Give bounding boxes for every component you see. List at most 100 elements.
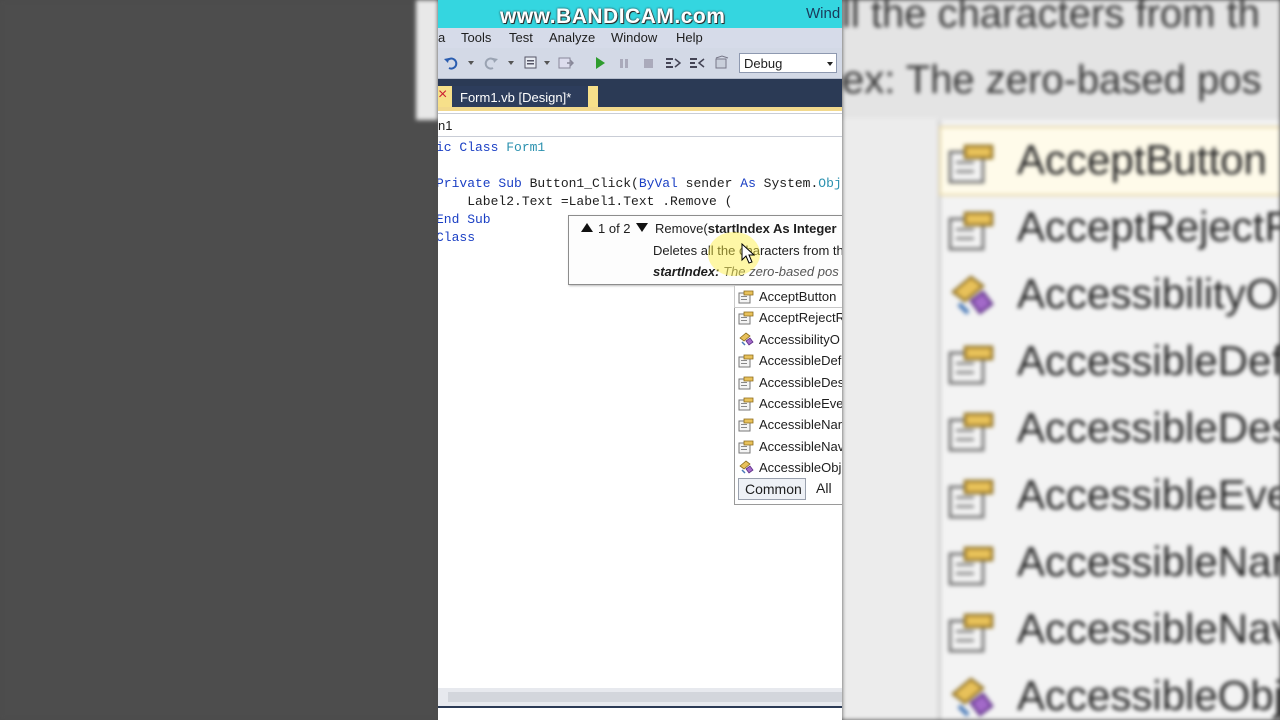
pause-icon[interactable]	[616, 55, 632, 71]
completion-item[interactable]: AccessibleEve	[735, 393, 842, 414]
undo-dropdown-icon[interactable]	[468, 61, 474, 65]
zoomed-list-item-label: AccessibleObj	[1017, 672, 1280, 719]
completion-item-label: AccessibleDef	[759, 353, 842, 369]
menu-item-test[interactable]: Test	[509, 30, 533, 45]
redo-dropdown-icon[interactable]	[508, 61, 514, 65]
code-line-class: ic Class Form1	[438, 140, 545, 155]
navigate-icon[interactable]	[558, 55, 574, 71]
code-line-end-class: Class	[438, 230, 476, 245]
start-debugging-icon[interactable]	[592, 55, 608, 71]
menu-bar: a Tools Test Analyze Window Help	[438, 28, 842, 48]
property-icon	[738, 439, 754, 454]
property-icon	[738, 375, 754, 390]
code-keyword: Private Sub	[438, 176, 530, 191]
event-icon	[947, 676, 997, 720]
property-icon	[947, 609, 997, 653]
undo-icon[interactable]	[443, 55, 459, 71]
find-dropdown-icon[interactable]	[544, 61, 550, 65]
overload-up-icon[interactable]	[581, 223, 593, 232]
zoomed-completion-list: AcceptButton AcceptRejectR AccessibilityO A…	[938, 120, 1280, 720]
property-icon	[947, 475, 997, 519]
zoomed-list-item: AccessibilityO	[941, 262, 1280, 328]
menu-item-window[interactable]: Window	[611, 30, 657, 45]
chevron-down-icon	[827, 62, 833, 66]
scrollbar-thumb[interactable]	[448, 692, 842, 702]
method-name: Remove(	[655, 221, 708, 236]
property-icon	[947, 542, 997, 586]
property-icon	[738, 353, 754, 368]
code-identifier: Button1_Click(	[529, 176, 639, 191]
code-line-end-sub: End Sub	[438, 212, 491, 227]
zoomed-list-item-label: AccessibleDef	[1017, 337, 1280, 384]
blurred-background-left	[0, 0, 438, 720]
zoomed-editor-edge	[842, 118, 938, 720]
completion-item-label: AcceptButton	[759, 289, 837, 304]
completion-item[interactable]: AccessibilityO	[735, 329, 842, 350]
parameter-name: startIndex:	[653, 264, 720, 279]
zoomed-list-item-label: AccessibleNav	[1017, 605, 1280, 652]
code-type: Form1	[506, 140, 546, 155]
completion-item[interactable]: AcceptRejectR	[735, 307, 842, 328]
property-icon	[947, 408, 997, 452]
zoomed-list-item-label: AccessibleNar	[1017, 538, 1280, 585]
zoomed-list-item: AcceptRejectR	[941, 195, 1280, 261]
close-icon[interactable]: ×	[438, 87, 452, 103]
step-out-icon[interactable]	[714, 55, 730, 71]
property-icon	[738, 417, 754, 432]
zoomed-list-item: AccessibleDes	[941, 396, 1280, 462]
class-navigation-bar[interactable]: n1	[438, 113, 842, 137]
overload-counter: 1 of 2	[598, 221, 631, 236]
menu-item-data[interactable]: a	[438, 30, 445, 45]
code-keyword: ic Class	[438, 140, 507, 155]
horizontal-scrollbar[interactable]	[438, 688, 842, 706]
code-line-statement: Label2.Text =Label1.Text .Remove (	[438, 194, 733, 209]
zoomed-list-item: AccessibleNav	[941, 597, 1280, 663]
menu-item-tools[interactable]: Tools	[461, 30, 491, 45]
code-keyword: ByVal	[638, 176, 686, 191]
completion-item-label: AccessibleEve	[759, 396, 842, 411]
parameter-info-tooltip: 1 of 2 Remove(startIndex As Integer Dele…	[568, 215, 842, 285]
redo-icon[interactable]	[483, 55, 499, 71]
completion-item[interactable]: AccessibleDef	[735, 350, 842, 371]
property-icon	[738, 310, 754, 325]
completion-item[interactable]: AccessibleNav	[735, 436, 842, 457]
ide-window: www.BANDICAM.com Wind a Tools Test Analy…	[438, 0, 842, 720]
find-icon[interactable]	[523, 55, 539, 71]
step-over-icon[interactable]	[689, 55, 705, 71]
code-type: Obj	[818, 176, 842, 191]
menu-item-analyze[interactable]: Analyze	[549, 30, 595, 45]
zoomed-list-item-label: AccessibilityO	[1017, 270, 1279, 317]
class-dropdown-value: n1	[438, 118, 453, 133]
completion-item[interactable]: AccessibleNar	[735, 414, 842, 435]
overload-down-icon[interactable]	[636, 223, 648, 232]
event-icon	[947, 274, 997, 318]
zoomed-param-line: ex: The zero-based pos	[842, 58, 1262, 103]
completion-item[interactable]: AccessibleDes	[735, 372, 842, 393]
blurred-background-right: ll the characters from th ex: The zero-b…	[842, 0, 1280, 720]
tab-all-label: All	[816, 480, 832, 496]
property-icon	[947, 341, 997, 385]
completion-item[interactable]: AccessibleObj	[735, 457, 842, 478]
completion-item-label: AccessibleNar	[759, 417, 842, 433]
property-icon	[947, 140, 997, 184]
zoomed-param-name: ex:	[842, 58, 896, 102]
step-into-icon[interactable]	[665, 55, 681, 71]
tab-common[interactable]: Common	[738, 478, 806, 500]
tab-label: Form1.vb [Design]*	[460, 90, 572, 105]
stop-icon[interactable]	[640, 55, 656, 71]
menu-item-help[interactable]: Help	[676, 30, 703, 45]
zoomed-list-item: AccessibleObj	[941, 664, 1280, 720]
tab-common-label: Common	[745, 481, 802, 497]
completion-item-label: AccessibilityO	[759, 331, 840, 347]
mouse-cursor-icon	[741, 243, 755, 264]
code-identifier: System.	[763, 176, 819, 191]
completion-item-label: AccessibleDes	[759, 374, 842, 390]
zoomed-list-item-label: AcceptButton	[1017, 136, 1267, 183]
solution-configuration-value: Debug	[744, 56, 783, 71]
tab-all[interactable]: All	[810, 478, 842, 500]
event-icon	[738, 460, 754, 475]
completion-item[interactable]: AcceptButton	[734, 285, 842, 308]
intellisense-completion-list[interactable]: AcceptButton AcceptRejectR AccessibilityO A…	[734, 285, 842, 505]
property-icon	[947, 207, 997, 251]
solution-configuration-select[interactable]: Debug	[739, 53, 837, 73]
